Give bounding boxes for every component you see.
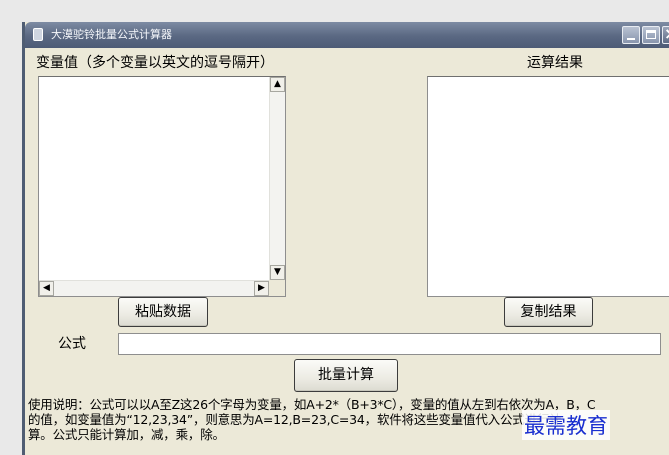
result-textarea[interactable]: ▲ ▼	[427, 76, 669, 297]
scrollbar-corner	[269, 280, 285, 296]
title-bar[interactable]: 大漠驼铃批量公式计算器 ×	[25, 22, 669, 48]
window-title: 大漠驼铃批量公式计算器	[51, 28, 172, 41]
variables-vertical-scrollbar[interactable]: ▲ ▼	[269, 77, 285, 280]
close-button[interactable]: ×	[662, 25, 669, 44]
maximize-button[interactable]	[642, 26, 660, 44]
minimize-icon	[627, 38, 635, 40]
watermark-logo: 最需教育	[522, 410, 610, 440]
result-label: 运算结果	[527, 55, 583, 71]
app-window: 大漠驼铃批量公式计算器 × 变量值（多个变量以英文的逗号隔开） 运算结果 ▲ ▼…	[22, 22, 669, 455]
minimize-button[interactable]	[622, 26, 640, 44]
variables-textarea[interactable]: ▲ ▼ ◀ ▶	[38, 76, 286, 297]
close-icon: ×	[664, 25, 669, 43]
variables-horizontal-scrollbar[interactable]: ◀ ▶	[39, 280, 269, 296]
paste-data-button[interactable]: 粘贴数据	[118, 297, 208, 327]
app-icon	[33, 28, 43, 41]
scroll-left-icon[interactable]: ◀	[39, 281, 54, 296]
scroll-right-icon[interactable]: ▶	[254, 281, 269, 296]
batch-calculate-button[interactable]: 批量计算	[294, 359, 398, 392]
copy-result-button[interactable]: 复制结果	[504, 297, 593, 327]
formula-input[interactable]	[118, 333, 661, 355]
variables-label: 变量值（多个变量以英文的逗号隔开）	[36, 55, 274, 71]
maximize-icon	[646, 30, 656, 39]
scroll-up-icon[interactable]: ▲	[270, 77, 285, 92]
formula-label: 公式	[58, 336, 86, 352]
scroll-down-icon[interactable]: ▼	[270, 265, 285, 280]
